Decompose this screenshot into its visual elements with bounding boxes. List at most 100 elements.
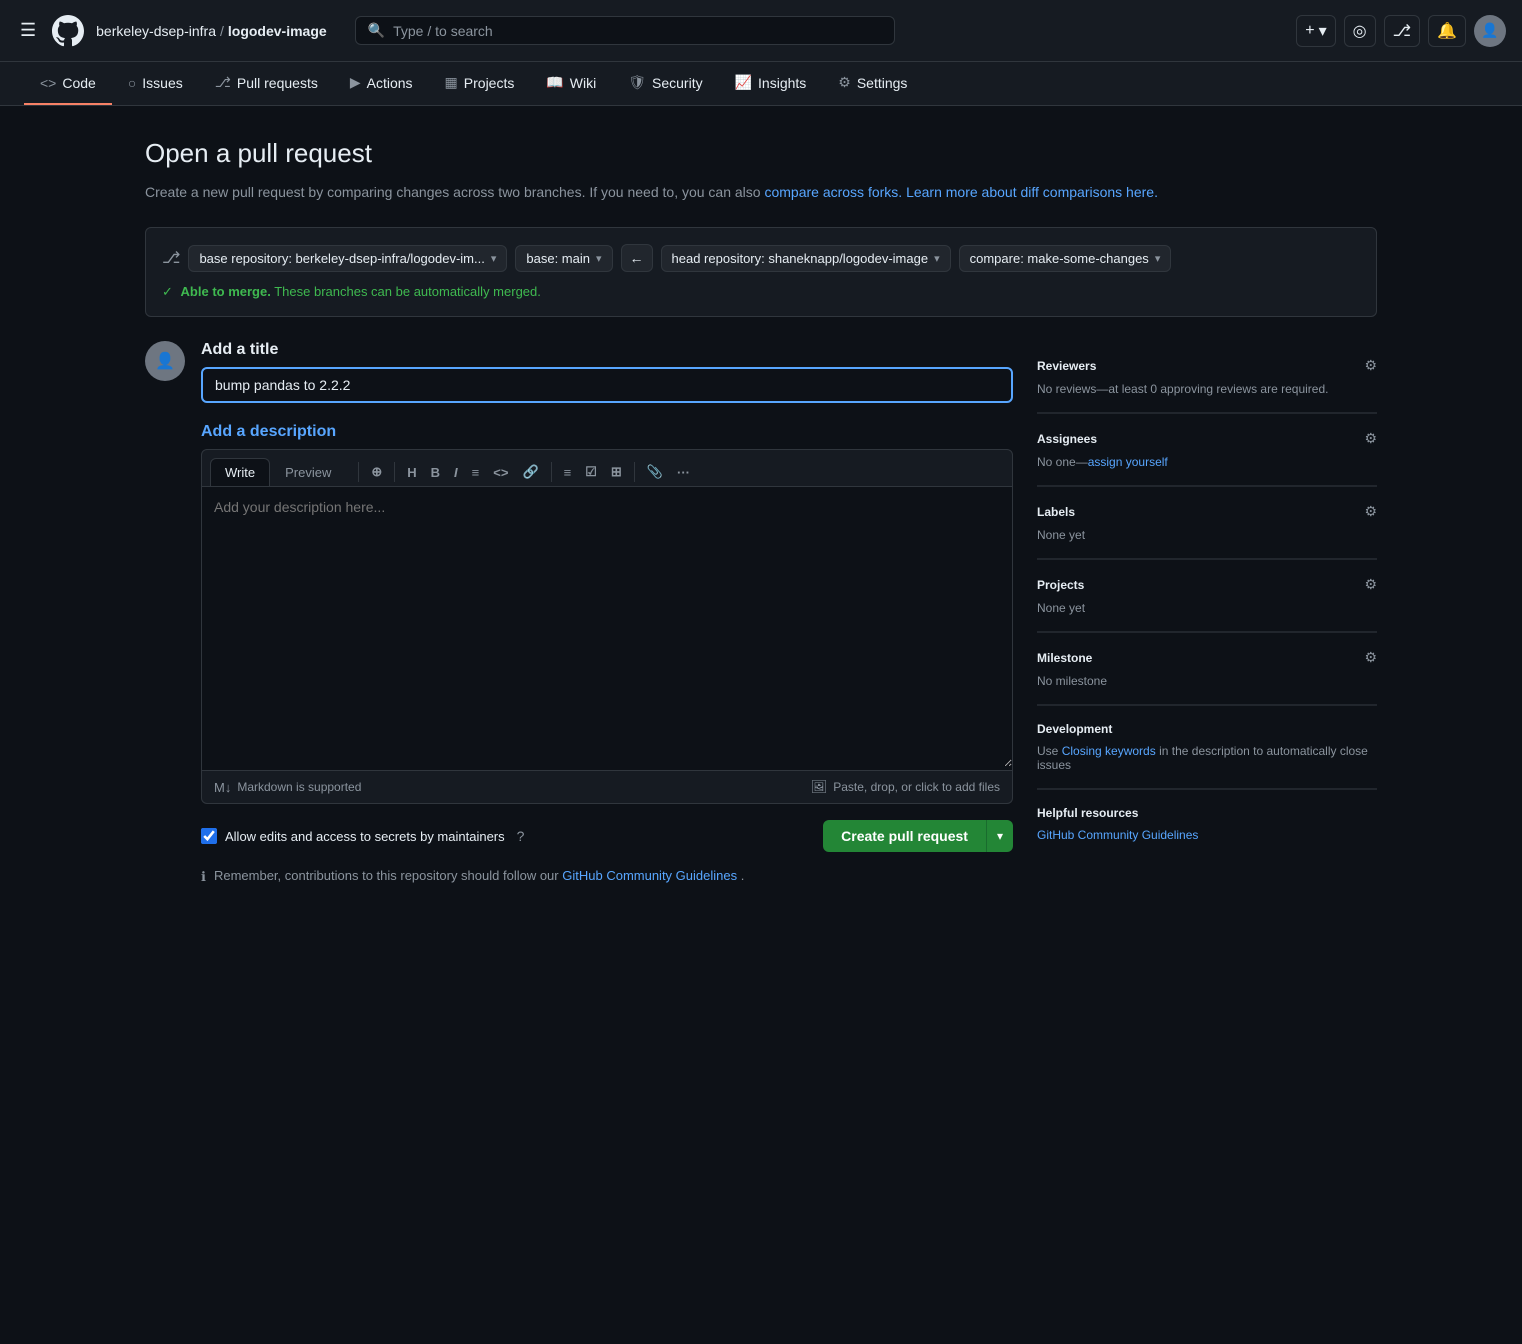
allow-edits-text: Allow edits and access to secrets by mai…: [225, 829, 505, 844]
pr-form: Add a title Add a description Write Prev…: [201, 341, 1013, 885]
heading-button[interactable]: H: [401, 461, 422, 484]
remember-end: .: [741, 868, 745, 883]
content-layout: 👤 Add a title Add a description Write: [145, 341, 1377, 885]
tab-security-label: Security: [652, 75, 703, 91]
tab-pull-requests[interactable]: ⎇ Pull requests: [199, 62, 334, 105]
attachment-button[interactable]: 📎: [641, 460, 669, 484]
projects-icon: ▦: [445, 74, 458, 91]
user-avatar[interactable]: 👤: [1474, 15, 1506, 47]
write-tab-label: Write: [225, 465, 255, 480]
base-branch-dropdown-icon: ▾: [596, 252, 602, 265]
remember-text: Remember, contributions to this reposito…: [214, 868, 744, 883]
tab-write[interactable]: Write: [210, 458, 270, 486]
editor-tab-bar: Write Preview ⊕ H B I ≡: [201, 449, 1013, 487]
allow-edits-checkbox[interactable]: [201, 828, 217, 844]
milestone-gear-icon[interactable]: ⚙: [1364, 649, 1377, 666]
pr-form-area: 👤 Add a title Add a description Write: [145, 341, 1013, 885]
pull-requests-button[interactable]: ⎇: [1384, 15, 1420, 47]
file-upload-info[interactable]: 🖼 Paste, drop, or click to add files: [811, 779, 1000, 795]
base-branch-select[interactable]: base: main ▾: [515, 245, 612, 272]
search-box[interactable]: 🔍 Type / to search: [355, 16, 895, 45]
compare-bar: ⎇ base repository: berkeley-dsep-infra/l…: [145, 227, 1377, 317]
tab-issues-label: Issues: [142, 75, 182, 91]
issues-icon: ○: [128, 75, 136, 91]
tab-settings[interactable]: ⚙ Settings: [822, 62, 923, 105]
notifications-button[interactable]: 🔔: [1428, 15, 1466, 47]
task-list-button[interactable]: ☑: [579, 460, 603, 484]
bold-button[interactable]: B: [425, 461, 446, 484]
assignees-title: Assignees: [1037, 432, 1097, 446]
code-button[interactable]: <>: [487, 461, 514, 484]
link-button[interactable]: 🔗: [516, 460, 544, 484]
editor-footer: M↓ Markdown is supported 🖼 Paste, drop, …: [201, 771, 1013, 804]
tab-insights[interactable]: 📈 Insights: [719, 62, 823, 105]
markdown-support-info: M↓ Markdown is supported: [214, 779, 361, 795]
tab-actions[interactable]: ▶ Actions: [334, 62, 429, 105]
projects-gear-icon[interactable]: ⚙: [1364, 576, 1377, 593]
reviewers-header: Reviewers ⚙: [1037, 357, 1377, 374]
search-placeholder: Type / to search: [393, 23, 493, 39]
reviewers-section: Reviewers ⚙ No reviews—at least 0 approv…: [1037, 341, 1377, 413]
image-icon: 🖼: [811, 779, 828, 795]
reviewers-gear-icon[interactable]: ⚙: [1364, 357, 1377, 374]
tab-security[interactable]: 🛡 Security: [612, 62, 718, 105]
compare-arrows-icon: ⎇: [162, 248, 180, 268]
activity-button[interactable]: ◎: [1344, 15, 1376, 47]
create-pr-dropdown-button[interactable]: ▾: [986, 820, 1013, 852]
repo-path: berkeley-dsep-infra / logodev-image: [96, 23, 327, 39]
compare-branch-select[interactable]: compare: make-some-changes ▾: [959, 245, 1172, 272]
swap-branches-button[interactable]: ←: [621, 244, 653, 272]
compare-forks-link[interactable]: compare across forks.: [764, 184, 902, 200]
labels-gear-icon[interactable]: ⚙: [1364, 503, 1377, 520]
main-content: Open a pull request Create a new pull re…: [121, 106, 1401, 917]
pr-form-wrapper: 👤 Add a title Add a description Write: [145, 341, 1013, 885]
projects-value: None yet: [1037, 601, 1377, 615]
description-textarea[interactable]: [202, 487, 1012, 767]
community-guidelines-link[interactable]: GitHub Community Guidelines: [562, 868, 737, 883]
tab-preview[interactable]: Preview: [270, 458, 346, 486]
head-repo-select[interactable]: head repository: shaneknapp/logodev-imag…: [661, 245, 951, 272]
helpful-community-link[interactable]: GitHub Community Guidelines: [1037, 828, 1377, 842]
pr-title-input[interactable]: [201, 367, 1013, 403]
tab-wiki-label: Wiki: [570, 75, 596, 91]
learn-more-link[interactable]: Learn more about diff comparisons here.: [906, 184, 1158, 200]
merge-status: ✓ Able to merge. These branches can be a…: [162, 284, 1360, 300]
assignees-gear-icon[interactable]: ⚙: [1364, 430, 1377, 447]
tab-issues[interactable]: ○ Issues: [112, 62, 199, 105]
avatar-image: 👤: [1481, 22, 1498, 39]
base-repo-select[interactable]: base repository: berkeley-dsep-infra/log…: [188, 245, 507, 272]
allow-edits-label[interactable]: Allow edits and access to secrets by mai…: [201, 828, 505, 844]
assignees-section: Assignees ⚙ No one—assign yourself: [1037, 414, 1377, 486]
create-pr-dropdown-icon: ▾: [997, 829, 1003, 843]
security-icon: 🛡: [628, 74, 646, 91]
page-description: Create a new pull request by comparing c…: [145, 181, 1377, 203]
compare-branch-label: compare: make-some-changes: [970, 251, 1149, 266]
tab-code[interactable]: <> Code: [24, 62, 112, 105]
org-name[interactable]: berkeley-dsep-infra: [96, 23, 216, 39]
labels-header: Labels ⚙: [1037, 503, 1377, 520]
assignees-prefix: No one—: [1037, 455, 1088, 469]
table-button[interactable]: ⊞: [605, 460, 628, 484]
create-pr-button[interactable]: Create pull request: [823, 820, 986, 852]
reviewers-title: Reviewers: [1037, 359, 1096, 373]
page-title: Open a pull request: [145, 138, 1377, 169]
tab-projects[interactable]: ▦ Projects: [429, 62, 531, 105]
search-container: 🔍 Type / to search: [355, 16, 895, 45]
assign-yourself-link[interactable]: assign yourself: [1088, 455, 1168, 469]
hamburger-button[interactable]: ☰: [16, 16, 40, 45]
code-icon: <>: [40, 75, 56, 91]
unordered-list-button[interactable]: ≡: [558, 461, 578, 484]
copilot-button[interactable]: ⊕: [365, 460, 388, 484]
help-icon[interactable]: ?: [517, 828, 525, 844]
create-new-button[interactable]: + ▾: [1296, 15, 1335, 47]
italic-button[interactable]: I: [448, 461, 464, 484]
remember-prefix: Remember, contributions to this reposito…: [214, 868, 559, 883]
tab-pr-label: Pull requests: [237, 75, 318, 91]
tab-actions-label: Actions: [367, 75, 413, 91]
ordered-list-button[interactable]: ≡: [466, 461, 486, 484]
closing-keywords-link[interactable]: Closing keywords: [1062, 744, 1156, 758]
repo-name[interactable]: logodev-image: [228, 23, 327, 39]
tab-wiki[interactable]: 📖 Wiki: [530, 62, 612, 105]
more-button[interactable]: ···: [671, 461, 696, 484]
development-title: Development: [1037, 722, 1112, 736]
